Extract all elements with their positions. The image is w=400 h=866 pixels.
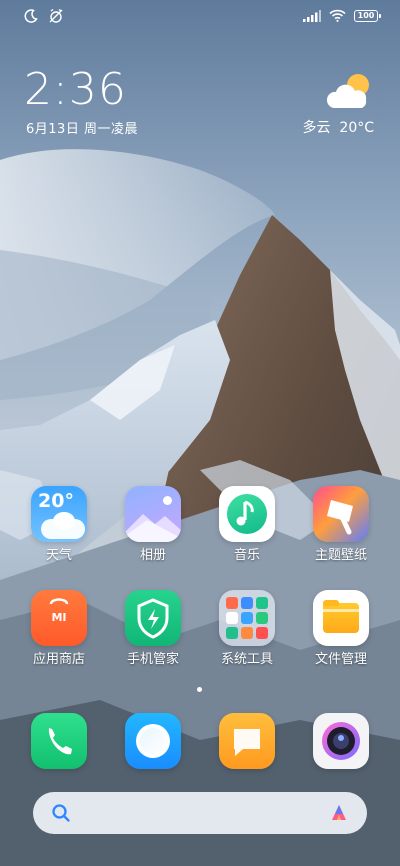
app-gallery[interactable]: 相册: [113, 486, 193, 564]
app-label: 音乐: [233, 548, 260, 563]
themes-app-icon: [313, 486, 369, 542]
signal-icon: [303, 9, 321, 22]
gallery-app-icon: [125, 486, 181, 542]
weather-app-temp: 20°: [38, 490, 74, 512]
dock-phone[interactable]: [19, 713, 99, 769]
xiaoai-assistant-icon[interactable]: [329, 803, 349, 823]
wifi-icon: [329, 9, 346, 22]
app-label: 天气: [45, 548, 72, 563]
app-label: 相册: [139, 548, 166, 563]
battery-icon: 100: [354, 9, 381, 22]
notes-app-icon: [219, 713, 275, 769]
app-label: 主题壁纸: [314, 548, 367, 563]
tools-folder-icon: [219, 590, 275, 646]
folder-system-tools[interactable]: 系统工具: [207, 590, 287, 668]
weather-summary[interactable]: 多云 20°C: [303, 117, 375, 137]
camera-app-icon: [313, 713, 369, 769]
moon-icon: [24, 9, 38, 23]
search-bar[interactable]: [33, 792, 367, 834]
dock-camera[interactable]: [301, 713, 381, 769]
app-music[interactable]: 音乐: [207, 486, 287, 564]
alarm-off-icon: [49, 8, 63, 23]
app-file-manager[interactable]: 文件管理: [301, 590, 381, 668]
phone-app-icon: [31, 713, 87, 769]
app-store-icon: MI: [31, 590, 87, 646]
music-app-icon: [219, 486, 275, 542]
dock-messages[interactable]: [113, 713, 193, 769]
messages-app-icon: [125, 713, 181, 769]
app-store[interactable]: MI 应用商店: [19, 590, 99, 668]
file-manager-icon: [313, 590, 369, 646]
weather-condition: 多云: [302, 120, 331, 136]
partly-cloudy-icon[interactable]: [326, 72, 374, 112]
security-app-icon: [125, 590, 181, 646]
app-label: 文件管理: [314, 652, 367, 667]
battery-level-text: 100: [357, 10, 375, 20]
app-label: 应用商店: [32, 652, 85, 667]
clock-date[interactable]: 6月13日 周一凌晨: [26, 118, 138, 137]
app-weather[interactable]: 20° 天气: [19, 486, 99, 564]
app-themes[interactable]: 主题壁纸: [301, 486, 381, 564]
search-icon: [52, 804, 70, 822]
page-indicator-dot: [197, 687, 202, 692]
app-store-badge: MI: [51, 611, 67, 624]
app-security[interactable]: 手机管家: [113, 590, 193, 668]
clock-time[interactable]: 2:36: [24, 66, 127, 114]
temperature: 20°C: [339, 120, 374, 136]
dock-notes[interactable]: [207, 713, 287, 769]
app-label: 系统工具: [220, 652, 273, 667]
app-label: 手机管家: [126, 652, 179, 667]
status-bar: 100: [0, 0, 400, 34]
weather-app-icon: 20°: [31, 486, 87, 542]
